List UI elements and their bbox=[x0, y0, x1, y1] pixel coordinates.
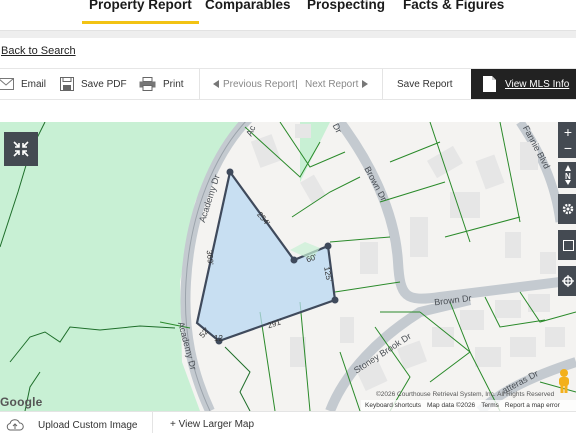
next-report-button[interactable]: Next Report bbox=[305, 69, 369, 99]
save-report-label: Save Report bbox=[397, 78, 453, 90]
gear-icon bbox=[562, 203, 574, 215]
email-label: Email bbox=[21, 78, 47, 90]
street-view-pegman[interactable] bbox=[556, 368, 572, 394]
next-report-label: Next Report bbox=[305, 78, 359, 90]
previous-report-label: Previous Report bbox=[223, 78, 295, 90]
keyboard-shortcuts-link[interactable]: Keyboard shortcuts bbox=[365, 402, 421, 409]
print-button[interactable]: Print bbox=[139, 69, 184, 99]
email-icon bbox=[0, 78, 14, 90]
fullscreen-button[interactable] bbox=[558, 230, 576, 260]
google-logo: Google bbox=[0, 395, 43, 409]
map-data-text: Map data ©2026 bbox=[427, 402, 476, 409]
dim-369: 369' bbox=[205, 250, 216, 266]
copyright-text: ©2026 Courthouse Retrieval System, Inc. … bbox=[376, 391, 555, 398]
crosshair-icon bbox=[562, 275, 574, 287]
view-larger-map-label: + View Larger Map bbox=[170, 419, 255, 430]
back-to-search-link[interactable]: Back to Search bbox=[1, 45, 76, 57]
upload-custom-image-button[interactable]: Upload Custom Image bbox=[6, 419, 138, 431]
tab-comparables[interactable]: Comparables bbox=[205, 0, 291, 12]
print-label: Print bbox=[163, 78, 184, 90]
fullscreen-icon bbox=[562, 239, 574, 251]
compass-icon: N bbox=[565, 165, 571, 185]
address-number: 12 bbox=[214, 334, 223, 343]
view-mls-info-label: View MLS Info bbox=[505, 78, 570, 90]
tabs-divider-band bbox=[0, 30, 576, 38]
chevron-left-icon bbox=[213, 80, 219, 88]
compass-button[interactable]: N bbox=[558, 162, 576, 188]
tab-facts-figures[interactable]: Facts & Figures bbox=[403, 0, 504, 12]
svg-text:N: N bbox=[565, 172, 571, 181]
collapse-map-button[interactable] bbox=[4, 132, 38, 166]
collapse-arrows-icon bbox=[13, 141, 29, 157]
zoom-controls: + − bbox=[558, 122, 576, 158]
save-disk-icon bbox=[60, 77, 74, 91]
tab-property-report[interactable]: Property Report bbox=[82, 0, 199, 24]
map-settings-button[interactable] bbox=[558, 194, 576, 224]
email-button[interactable]: Email bbox=[0, 69, 46, 99]
cloud-upload-icon bbox=[6, 419, 24, 431]
view-mls-info-button[interactable]: View MLS Info bbox=[471, 69, 576, 99]
zoom-out-button[interactable]: − bbox=[564, 140, 572, 156]
zoom-in-button[interactable]: + bbox=[564, 124, 572, 140]
save-pdf-button[interactable]: Save PDF bbox=[60, 69, 127, 99]
map-attribution-bar: Keyboard shortcuts Map data ©2026 Terms … bbox=[361, 400, 576, 411]
save-report-button[interactable]: Save Report bbox=[397, 69, 453, 99]
chevron-right-icon bbox=[362, 80, 369, 88]
property-map[interactable]: 254' 369' 60' 125' 291' 52' 12 Academy D… bbox=[0, 122, 576, 411]
map-footer: Upload Custom Image + View Larger Map bbox=[0, 411, 576, 433]
save-pdf-label: Save PDF bbox=[81, 78, 127, 90]
report-tabs: Property Report Comparables Prospecting … bbox=[0, 0, 576, 24]
locate-button[interactable] bbox=[558, 266, 576, 296]
tab-prospecting[interactable]: Prospecting bbox=[307, 0, 385, 12]
view-larger-map-link[interactable]: + View Larger Map bbox=[170, 419, 254, 430]
map-canvas[interactable]: 254' 369' 60' 125' 291' 52' 12 Academy D… bbox=[0, 122, 576, 411]
previous-report-button[interactable]: Previous Report bbox=[213, 69, 295, 99]
printer-icon bbox=[139, 77, 156, 91]
upload-custom-image-label: Upload Custom Image bbox=[38, 419, 138, 431]
report-toolbar: Email Save PDF Print Previous Report Nex… bbox=[0, 68, 576, 100]
terms-link[interactable]: Terms bbox=[481, 402, 499, 409]
report-map-error-link[interactable]: Report a map error bbox=[505, 402, 560, 409]
pegman-icon bbox=[559, 369, 569, 393]
document-icon bbox=[483, 76, 496, 92]
